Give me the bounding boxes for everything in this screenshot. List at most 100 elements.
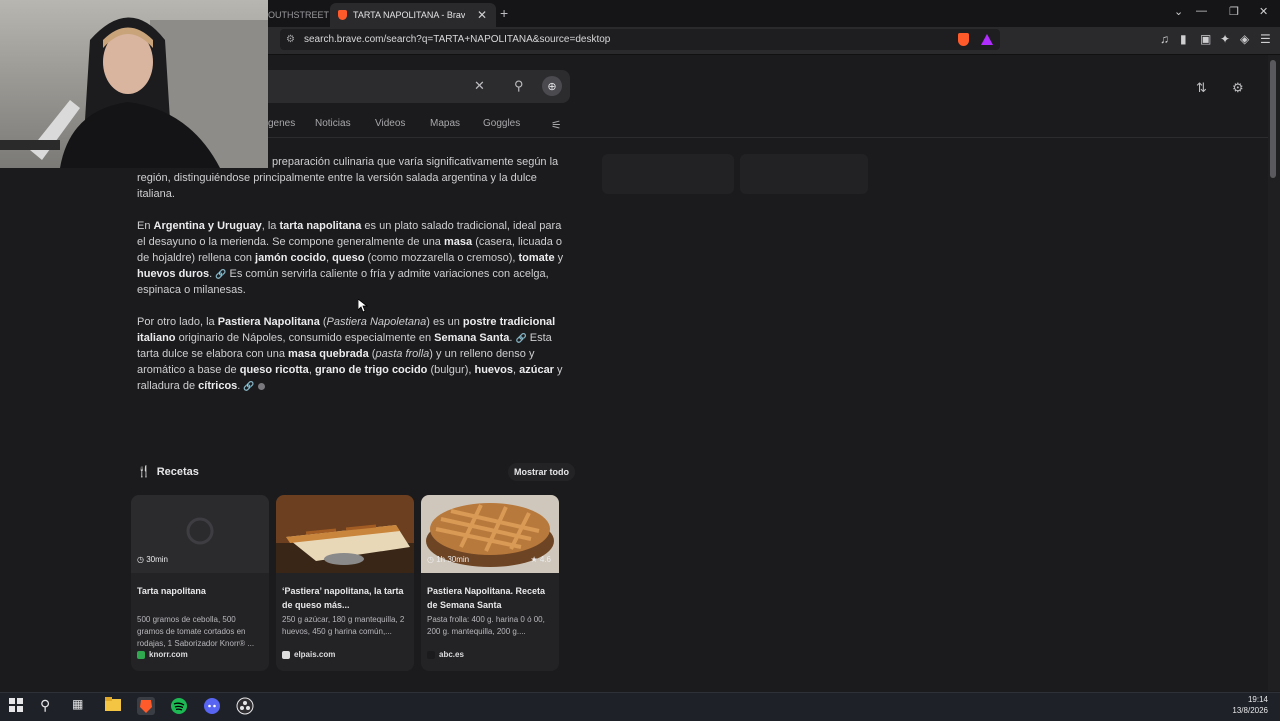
close-tab-icon[interactable]: ✕ — [477, 8, 487, 22]
windows-start-icon[interactable] — [8, 697, 26, 715]
close-window-button[interactable]: ✕ — [1259, 5, 1268, 18]
abc-favicon-icon — [427, 650, 435, 659]
taskbar — [0, 692, 1280, 721]
recipe-card[interactable]: ‘Pastiera’ napolitana, la tarta de queso… — [276, 495, 414, 671]
recipe-source-label: elpais.com — [294, 650, 336, 659]
clock-date: 13/8/2026 — [1232, 706, 1268, 715]
recipe-title: Tarta napolitana — [137, 586, 206, 596]
tab-label: TARTA NAPOLITANA - Brave Sea — [353, 10, 465, 20]
ask-ai-icon[interactable]: ⊕ — [542, 76, 562, 96]
brave-shields-icon[interactable] — [958, 33, 969, 46]
answer-text: , la — [261, 220, 280, 232]
answer-bold: grano de trigo cocido — [314, 364, 428, 376]
tab-list-icon[interactable]: ⌄ — [1174, 5, 1183, 18]
clear-search-icon[interactable]: ✕ — [474, 78, 485, 94]
recipe-title: Pastiera Napolitana. Receta de Semana Sa… — [427, 586, 546, 610]
recipe-description: 500 gramos de cebolla, 500 gramos de tom… — [137, 615, 255, 648]
recipe-image — [276, 495, 414, 573]
filters-icon[interactable]: ⚟ — [551, 118, 562, 132]
brave-rewards-icon[interactable] — [981, 34, 993, 45]
nav-news[interactable]: Noticias — [315, 118, 351, 129]
recipe-time-label: 1h 30min — [436, 555, 470, 564]
answer-bold: masa quebrada — [288, 348, 369, 360]
system-clock[interactable]: 19:14 13/8/2026 — [1232, 694, 1268, 716]
citation-link-icon[interactable]: 🔗 — [215, 269, 226, 279]
obs-icon[interactable] — [236, 697, 254, 715]
recipe-source: knorr.com — [137, 650, 188, 659]
answer-italic: pasta frolla — [375, 348, 430, 360]
site-info-icon[interactable]: ⚙ — [286, 29, 295, 50]
settings-gear-icon[interactable]: ⚙ — [1232, 80, 1244, 96]
answer-paragraph: En Argentina y Uruguay, la tarta napolit… — [137, 218, 572, 298]
loading-placeholder — [602, 154, 734, 194]
answer-text: ( — [319, 316, 327, 328]
answer-text: En — [137, 220, 154, 232]
ai-answer: preparación culinaria que varía signific… — [137, 154, 572, 410]
recipe-description: Pasta frolla: 400 g. harina 0 ó 00, 200 … — [427, 615, 545, 636]
answer-text: originario de Nápoles, consumido especia… — [175, 332, 435, 344]
answer-bold: Pastiera Napolitana — [217, 316, 320, 328]
recipe-card[interactable]: ◷ 30min Tarta napolitana 500 gramos de c… — [131, 495, 269, 671]
answer-text: Por otro lado, la — [137, 316, 218, 328]
answer-bold: huevos — [474, 364, 513, 376]
answer-text: ) es un — [426, 316, 463, 328]
answer-bold: azúcar — [519, 364, 554, 376]
leo-ai-icon[interactable]: ✦ — [1220, 32, 1230, 46]
sort-icon[interactable]: ⇅ — [1196, 80, 1207, 96]
answer-bold: cítricos — [198, 380, 238, 392]
media-icon[interactable]: ♫ — [1160, 32, 1169, 46]
nav-goggles[interactable]: Goggles — [483, 118, 520, 129]
show-all-button[interactable]: Mostrar todo — [508, 463, 575, 481]
recipe-card[interactable]: ◷ 1h 30min ★ 4.6 Pastiera Napolitana. Re… — [421, 495, 559, 671]
recipe-time: ◷ 30min — [137, 555, 168, 564]
utensils-icon: 🍴 — [137, 466, 151, 478]
answer-bold: huevos duros — [137, 268, 210, 280]
answer-text: y — [554, 252, 564, 264]
loading-dot-icon — [257, 382, 265, 390]
task-view-icon[interactable]: ▦ — [72, 697, 90, 715]
address-bar[interactable]: ⚙ search.brave.com/search?q=TARTA+NAPOLI… — [280, 29, 1000, 50]
answer-italic: Pastiera Napoletana — [326, 316, 427, 328]
recipe-time: ◷ 1h 30min — [427, 555, 470, 564]
answer-bold: Semana Santa — [434, 332, 510, 344]
answer-bold: tarta napolitana — [279, 220, 362, 232]
wallet-icon[interactable]: ▣ — [1200, 32, 1211, 46]
search-icon[interactable]: ⚲ — [40, 697, 58, 715]
answer-bold: masa — [444, 236, 473, 248]
brave-browser-icon[interactable] — [137, 697, 155, 715]
sidebar-icon[interactable]: ▮ — [1180, 32, 1187, 46]
nav-images[interactable]: genes — [268, 118, 295, 129]
nav-maps[interactable]: Mapas — [430, 118, 460, 129]
elpais-favicon-icon — [282, 650, 290, 659]
clock-time: 19:14 — [1247, 695, 1268, 704]
file-explorer-icon[interactable] — [105, 697, 123, 715]
new-tab-button[interactable]: + — [500, 5, 508, 21]
answer-paragraph: Por otro lado, la Pastiera Napolitana (P… — [137, 314, 572, 394]
recipe-source-label: knorr.com — [149, 650, 188, 659]
loading-placeholder — [740, 154, 868, 194]
spotify-icon[interactable] — [170, 697, 188, 715]
recipe-rating: ★ 4.6 — [530, 555, 551, 564]
nav-videos[interactable]: Videos — [375, 118, 405, 129]
search-icon[interactable]: ⚲ — [514, 78, 524, 94]
mouse-cursor-icon — [357, 298, 369, 318]
tab-active[interactable]: TARTA NAPOLITANA - Brave Sea ✕ — [330, 3, 496, 27]
recipes-heading: 🍴 Recetas — [137, 465, 199, 479]
answer-text: (bulgur), — [427, 364, 475, 376]
url-text: search.brave.com/search?q=TARTA+NAPOLITA… — [304, 34, 611, 45]
citation-link-icon[interactable]: 🔗 — [516, 333, 527, 343]
tab-other[interactable]: OUTHSTREET D — [268, 3, 338, 27]
star-icon: ★ — [530, 555, 538, 564]
citation-link-icon[interactable]: 🔗 — [243, 381, 254, 391]
restore-button[interactable]: ❐ — [1229, 5, 1239, 18]
vpn-icon[interactable]: ◈ — [1240, 32, 1249, 46]
answer-bold: tomate — [518, 252, 555, 264]
scrollbar-thumb[interactable] — [1270, 60, 1276, 178]
menu-icon[interactable]: ☰ — [1260, 32, 1271, 46]
recipe-description: 250 g azúcar, 180 g mantequilla, 2 huevo… — [282, 615, 405, 636]
minimize-button[interactable]: — — [1196, 5, 1207, 17]
discord-icon[interactable] — [203, 697, 221, 715]
recipe-title: ‘Pastiera’ napolitana, la tarta de queso… — [282, 586, 404, 610]
knorr-favicon-icon — [137, 650, 145, 659]
answer-bold: Argentina y Uruguay — [153, 220, 262, 232]
